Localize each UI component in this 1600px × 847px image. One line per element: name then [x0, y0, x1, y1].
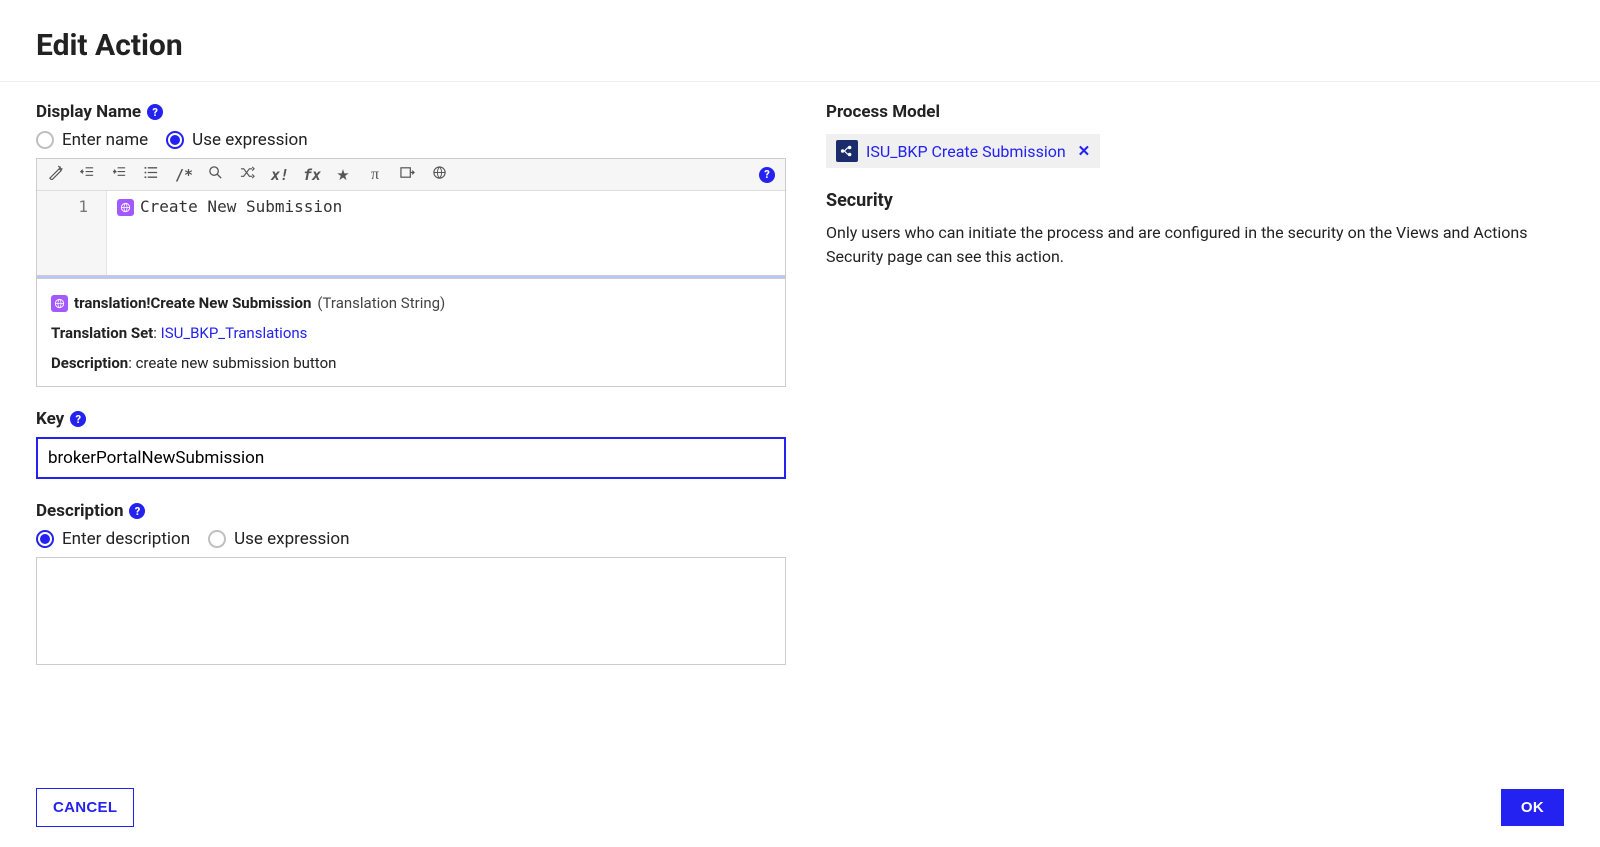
- shuffle-icon[interactable]: [239, 165, 255, 184]
- radio-icon: [36, 131, 54, 149]
- description-mode-radio-group: Enter description Use expression: [36, 529, 786, 549]
- radio-use-expression[interactable]: Use expression: [166, 130, 307, 150]
- radio-icon: [208, 530, 226, 548]
- security-label: Security: [826, 190, 1564, 211]
- display-name-label: Display Name: [36, 102, 141, 122]
- ok-button[interactable]: OK: [1501, 789, 1564, 826]
- comment-icon[interactable]: /*: [175, 166, 191, 184]
- radio-use-expression-desc[interactable]: Use expression: [208, 529, 349, 549]
- outdent-icon[interactable]: [79, 165, 95, 184]
- radio-label: Use expression: [192, 130, 307, 150]
- close-icon[interactable]: ✕: [1074, 142, 1091, 160]
- description-textarea[interactable]: [36, 557, 786, 665]
- expression-editor[interactable]: /* x! fx ★ π: [36, 158, 786, 279]
- radio-label: Enter description: [62, 529, 190, 549]
- display-name-mode-radio-group: Enter name Use expression: [36, 130, 786, 150]
- editor-separator: [37, 275, 785, 278]
- info-expression-name: translation!Create New Submission: [74, 294, 311, 312]
- security-description: Only users who can initiate the process …: [826, 221, 1546, 269]
- translation-chip-icon: [51, 295, 68, 312]
- cancel-button[interactable]: CANCEL: [36, 788, 134, 827]
- key-input[interactable]: [36, 437, 786, 479]
- radio-enter-name[interactable]: Enter name: [36, 130, 148, 150]
- fx-icon[interactable]: fx: [303, 166, 319, 184]
- help-icon[interactable]: ?: [759, 167, 775, 183]
- radio-label: Enter name: [62, 130, 148, 150]
- dialog-footer: CANCEL OK: [0, 788, 1600, 827]
- radio-label: Use expression: [234, 529, 349, 549]
- globe-icon[interactable]: [431, 165, 447, 184]
- dialog-header: Edit Action: [0, 0, 1600, 82]
- key-label: Key: [36, 409, 64, 429]
- pi-icon[interactable]: π: [367, 166, 383, 184]
- export-icon[interactable]: [399, 165, 415, 184]
- search-icon[interactable]: [207, 165, 223, 184]
- editor-gutter: 1: [37, 191, 107, 275]
- expression-text: Create New Submission: [140, 197, 342, 216]
- info-description-value: create new submission button: [136, 354, 337, 372]
- process-model-label: Process Model: [826, 102, 940, 122]
- page-title: Edit Action: [36, 28, 1564, 63]
- editor-toolbar: /* x! fx ★ π: [37, 159, 785, 191]
- expression-info-panel: translation!Create New Submission (Trans…: [36, 279, 786, 387]
- radio-icon: [36, 530, 54, 548]
- editor-code-line[interactable]: Create New Submission: [107, 191, 785, 275]
- indent-icon[interactable]: [111, 165, 127, 184]
- translation-chip-icon: [117, 199, 134, 216]
- process-model-name[interactable]: ISU_BKP Create Submission: [866, 142, 1066, 161]
- x-exclaim-icon[interactable]: x!: [271, 166, 287, 184]
- list-icon[interactable]: [143, 165, 159, 184]
- process-model-chip: ISU_BKP Create Submission ✕: [826, 134, 1100, 168]
- description-label: Description: [36, 501, 123, 521]
- radio-enter-description[interactable]: Enter description: [36, 529, 190, 549]
- wand-icon[interactable]: [47, 165, 63, 184]
- info-description-label: Description: [51, 354, 128, 372]
- info-expression-type: (Translation String): [317, 294, 445, 312]
- translation-set-link[interactable]: ISU_BKP_Translations: [161, 324, 308, 342]
- process-model-icon: [836, 140, 858, 162]
- translation-set-label: Translation Set: [51, 324, 153, 342]
- star-icon[interactable]: ★: [335, 166, 351, 184]
- help-icon[interactable]: ?: [70, 411, 86, 427]
- help-icon[interactable]: ?: [129, 503, 145, 519]
- help-icon[interactable]: ?: [147, 104, 163, 120]
- radio-icon: [166, 131, 184, 149]
